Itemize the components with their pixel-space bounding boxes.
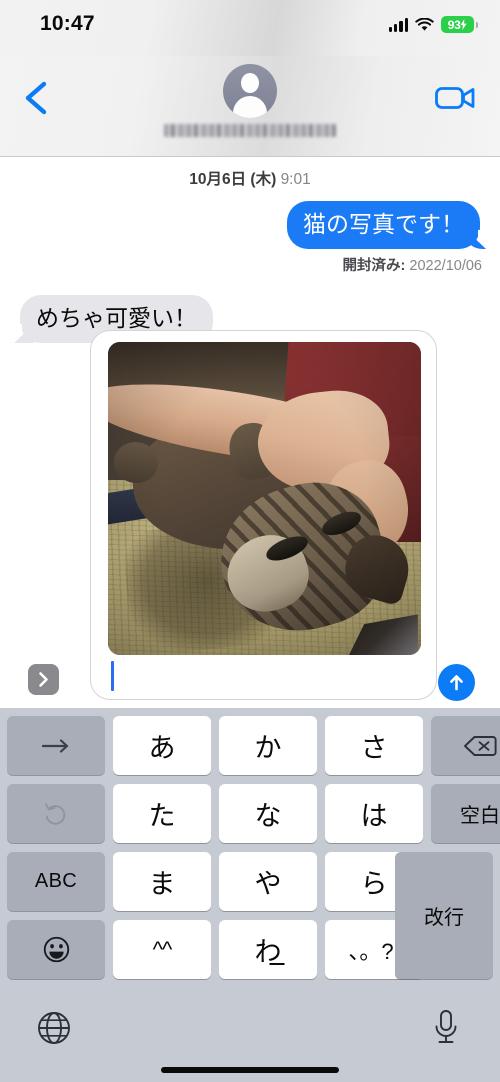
read-receipt: 開封済み: 2022/10/06 (0, 254, 500, 275)
key-wa[interactable]: わ (219, 920, 317, 979)
message-text: めちゃ可愛い！ (36, 304, 197, 331)
timestamp-time: 9:01 (280, 171, 311, 188)
battery-indicator: 93 (441, 16, 478, 33)
keyboard-row-1: あ か さ (0, 716, 500, 775)
status-bar-indicators: 93 (388, 16, 478, 33)
key-space[interactable]: 空白 (431, 784, 500, 843)
cellular-bars-icon (388, 17, 409, 32)
message-bubble-outgoing[interactable]: 猫の写真です！ (287, 201, 490, 249)
backspace-icon (464, 735, 497, 756)
dictation-button[interactable] (430, 1008, 462, 1048)
wifi-icon (415, 17, 434, 31)
send-arrow-up-icon (450, 675, 463, 691)
key-sa[interactable]: さ (325, 716, 423, 775)
keyboard-bottom-bar (0, 998, 500, 1062)
keyboard-row-2: た な は 空白 (0, 784, 500, 843)
key-kaomoji[interactable]: ^^ (113, 920, 211, 979)
charging-bolt-icon (460, 19, 468, 30)
key-emoji[interactable] (7, 920, 105, 979)
language-switch-button[interactable] (36, 1010, 72, 1046)
contact-header[interactable] (150, 64, 350, 137)
video-camera-icon (435, 87, 475, 109)
microphone-icon (435, 1010, 457, 1043)
key-arrow-right[interactable] (7, 716, 105, 775)
emoji-smiley-icon (43, 936, 69, 963)
expand-apps-button[interactable] (28, 664, 59, 695)
home-indicator[interactable] (161, 1067, 339, 1073)
key-ya[interactable]: や (219, 852, 317, 911)
key-return[interactable]: 改行 (395, 852, 493, 979)
undo-arrow-icon (45, 802, 66, 825)
key-abc[interactable]: ABC (7, 852, 105, 911)
back-chevron-icon (25, 81, 47, 115)
key-backspace[interactable] (431, 716, 500, 775)
japanese-kana-keyboard[interactable]: あ か さ た な は 空白 ABC ま や ら ^^ わ 、。?! 改行 (0, 708, 500, 1082)
read-receipt-date: 2022/10/06 (409, 257, 482, 274)
message-input-field[interactable] (90, 330, 437, 700)
send-button[interactable] (438, 664, 475, 701)
navigation-bar (0, 56, 500, 157)
key-a[interactable]: あ (113, 716, 211, 775)
back-button[interactable] (18, 78, 54, 118)
message-text: 猫の写真です！ (303, 211, 464, 237)
contact-name (250, 64, 251, 65)
key-ta[interactable]: た (113, 784, 211, 843)
key-ma[interactable]: ま (113, 852, 211, 911)
status-bar: 10:47 93 (0, 0, 500, 56)
chevron-right-icon (39, 672, 48, 687)
status-bar-time: 10:47 (40, 12, 95, 35)
timestamp-date: 10月6日 (木) (189, 171, 277, 188)
globe-icon (38, 1012, 70, 1044)
facetime-button[interactable] (434, 82, 478, 114)
timestamp-divider: 10月6日 (木) 9:01 (0, 167, 500, 189)
battery-percent-label: 93 (447, 17, 461, 32)
key-na[interactable]: な (219, 784, 317, 843)
read-receipt-label: 開封済み: (342, 257, 406, 274)
person-avatar-icon (223, 64, 277, 118)
key-ha[interactable]: は (325, 784, 423, 843)
key-ka[interactable]: か (219, 716, 317, 775)
contact-name-redacted (164, 124, 336, 137)
messages-screen: 10:47 93 10月6日 (木) 9:01 猫の写真です！ 開封済み: 20… (0, 0, 500, 1082)
arrow-right-icon (41, 738, 69, 753)
photo-attachment[interactable] (108, 342, 421, 655)
key-undo[interactable] (7, 784, 105, 843)
message-row-outgoing: 猫の写真です！ (0, 201, 500, 249)
text-cursor (111, 661, 114, 691)
